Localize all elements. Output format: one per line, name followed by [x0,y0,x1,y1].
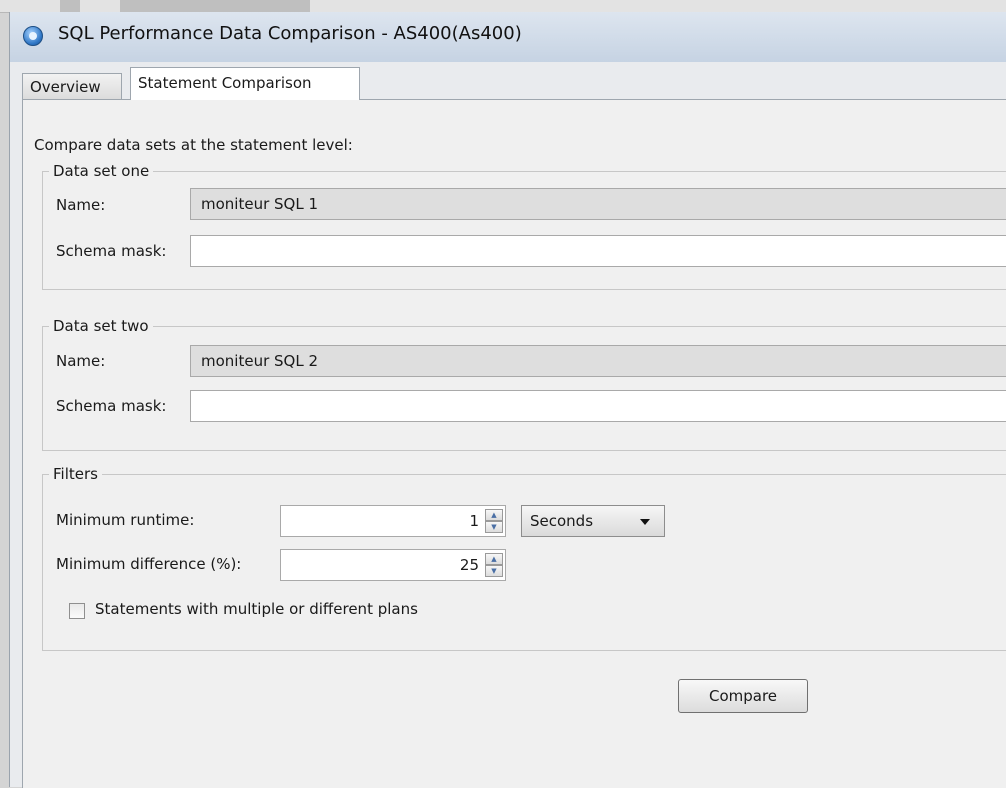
compare-button[interactable]: Compare [678,679,808,713]
runtime-increment-button[interactable]: ▲ [485,509,503,521]
app-icon [23,26,43,46]
data-set-one-legend: Data set one [49,162,154,180]
data-set-two-schema-mask-input[interactable] [190,390,1006,422]
data-set-two-schema-mask-label: Schema mask: [56,397,167,415]
runtime-unit-value: Seconds [530,512,594,530]
tab-statement-comparison[interactable]: Statement Comparison [130,67,360,100]
tab-overview[interactable]: Overview [22,73,122,99]
data-set-one-schema-mask-label: Schema mask: [56,242,167,260]
data-set-one-name-label: Name: [56,196,106,214]
runtime-decrement-button[interactable]: ▼ [485,521,503,533]
filters-legend: Filters [49,465,102,483]
dialog-window: SQL Performance Data Comparison - AS400(… [9,12,1006,788]
minimum-runtime-label: Minimum runtime: [56,511,195,529]
difference-increment-button[interactable]: ▲ [485,553,503,565]
multiple-plans-label: Statements with multiple or different pl… [95,600,418,618]
data-set-one-schema-mask-input[interactable] [190,235,1006,267]
title-bar: SQL Performance Data Comparison - AS400(… [10,12,1006,62]
minimum-runtime-spinner[interactable]: 1 ▲ ▼ [280,505,506,537]
data-set-two-legend: Data set two [49,317,153,335]
data-set-one-group: Data set one Name: moniteur SQL 1 Schema… [42,162,1006,290]
runtime-unit-dropdown[interactable]: Seconds [521,505,665,537]
minimum-difference-label: Minimum difference (%): [56,555,242,573]
intro-text: Compare data sets at the statement level… [34,136,353,154]
minimum-difference-value: 25 [459,556,479,574]
minimum-difference-spinner[interactable]: 25 ▲ ▼ [280,549,506,581]
tab-content: Compare data sets at the statement level… [22,100,1006,788]
data-set-one-name-field: moniteur SQL 1 [190,188,1006,220]
filters-group: Filters Minimum runtime: 1 ▲ ▼ Seconds M… [42,465,1006,651]
data-set-two-name-label: Name: [56,352,106,370]
multiple-plans-checkbox[interactable] [69,603,85,619]
minimum-runtime-value: 1 [469,512,479,530]
tab-bar: Overview Statement Comparison [22,67,1006,100]
data-set-two-name-field: moniteur SQL 2 [190,345,1006,377]
chevron-down-icon [640,519,650,525]
data-set-two-group: Data set two Name: moniteur SQL 2 Schema… [42,317,1006,451]
difference-decrement-button[interactable]: ▼ [485,565,503,577]
window-title: SQL Performance Data Comparison - AS400(… [58,23,522,44]
